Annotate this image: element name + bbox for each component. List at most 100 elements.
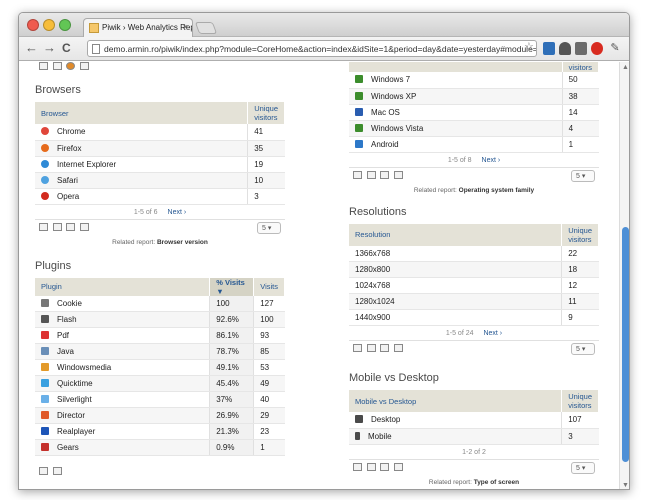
forward-button[interactable]: → bbox=[43, 41, 56, 55]
next-page-link[interactable]: Next › bbox=[168, 209, 187, 216]
unique-visitors-column-header[interactable]: Unique visitors bbox=[561, 390, 599, 412]
limit-select[interactable]: 5 ▾ bbox=[571, 169, 595, 182]
table-row[interactable]: Windows 7 50 bbox=[349, 72, 599, 89]
percent-visits-value: 78.7% bbox=[209, 343, 254, 360]
pagination-count: 1-5 of 8 bbox=[447, 156, 472, 164]
visitors-column-header[interactable]: visitors bbox=[562, 62, 600, 72]
tab-close-icon[interactable]: × bbox=[183, 22, 188, 32]
row-label: Director bbox=[57, 411, 86, 420]
bar-graph-icon[interactable] bbox=[380, 344, 389, 352]
bar-graph-icon[interactable] bbox=[66, 222, 75, 231]
table-view-icon[interactable] bbox=[39, 62, 48, 70]
row-label: Mobile bbox=[368, 431, 392, 441]
table-row[interactable]: Windows Vista 4 bbox=[349, 120, 599, 137]
table-view-icon[interactable] bbox=[39, 222, 48, 231]
row-label: Java bbox=[57, 347, 74, 356]
table-row[interactable]: Safari 10 bbox=[35, 172, 285, 189]
table-more-icon[interactable] bbox=[367, 344, 376, 352]
reload-button[interactable]: C bbox=[62, 41, 71, 55]
zoom-window-button[interactable] bbox=[59, 19, 71, 31]
table-more-icon[interactable] bbox=[367, 170, 376, 179]
table-view-icon[interactable] bbox=[353, 170, 362, 179]
export-icon[interactable] bbox=[394, 344, 403, 352]
table-row[interactable]: 1280x1024 11 bbox=[349, 293, 599, 310]
pocket-icon[interactable] bbox=[559, 42, 571, 55]
table-row[interactable]: Chrome 41 bbox=[35, 124, 285, 141]
pie-chart-icon[interactable] bbox=[80, 222, 89, 231]
related-report-link[interactable]: Browser version bbox=[157, 239, 208, 246]
visits-column-header[interactable]: Visits bbox=[253, 277, 285, 296]
extension-icon[interactable] bbox=[543, 42, 555, 55]
back-button[interactable]: ← bbox=[25, 41, 38, 55]
limit-select[interactable]: 5 ▾ bbox=[571, 461, 595, 474]
wrench-icon[interactable]: ✎ bbox=[609, 42, 621, 55]
table-row[interactable]: 1024x768 12 bbox=[349, 277, 599, 294]
mobile-vs-desktop-column-header[interactable]: Mobile vs Desktop bbox=[349, 390, 563, 412]
table-row[interactable]: Silverlight 37% 40 bbox=[35, 391, 285, 408]
plugin-icon bbox=[41, 427, 49, 435]
scroll-down-arrow-icon[interactable]: ▼ bbox=[622, 482, 629, 489]
limit-select[interactable]: 5 ▾ bbox=[257, 221, 281, 234]
table-row[interactable]: Opera 3 bbox=[35, 188, 285, 205]
table-row[interactable]: Director 26.9% 29 bbox=[35, 407, 285, 424]
table-more-icon[interactable] bbox=[53, 62, 62, 70]
table-row[interactable]: 1280x800 18 bbox=[349, 261, 599, 278]
table-more-icon[interactable] bbox=[53, 222, 62, 231]
table-row[interactable]: Mobile 3 bbox=[349, 428, 599, 445]
browser-column-header[interactable]: Browser bbox=[35, 102, 249, 124]
table-more-icon[interactable] bbox=[367, 462, 376, 471]
table-view-icon[interactable] bbox=[353, 462, 362, 471]
pie-chart-icon[interactable] bbox=[66, 62, 75, 70]
bar-graph-icon[interactable] bbox=[380, 462, 389, 471]
bar-graph-icon[interactable] bbox=[380, 170, 389, 179]
export-icon[interactable] bbox=[394, 170, 403, 179]
export-icon[interactable] bbox=[53, 467, 62, 475]
related-report-link[interactable]: Operating system family bbox=[459, 187, 535, 194]
table-row[interactable]: 1366x768 22 bbox=[349, 245, 599, 262]
table-row[interactable]: Gears 0.9% 1 bbox=[35, 439, 285, 456]
percent-visits-value: 26.9% bbox=[209, 407, 254, 424]
table-view-icon[interactable] bbox=[353, 344, 362, 352]
browser-tab[interactable]: Piwik › Web Analytics Reports × bbox=[83, 18, 193, 38]
next-page-link[interactable]: Next › bbox=[483, 330, 502, 337]
minimize-window-button[interactable] bbox=[43, 19, 55, 31]
plugin-column-header[interactable]: Plugin bbox=[35, 277, 211, 296]
scroll-up-arrow-icon[interactable]: ▲ bbox=[622, 64, 629, 71]
table-row[interactable]: Flash 92.6% 100 bbox=[35, 311, 285, 328]
table-row[interactable]: Realplayer 21.3% 23 bbox=[35, 423, 285, 440]
row-label: 1024x768 bbox=[349, 277, 562, 294]
table-row[interactable]: 1440x900 9 bbox=[349, 309, 599, 326]
visits-value: 49 bbox=[253, 375, 285, 392]
table-row[interactable]: Firefox 35 bbox=[35, 140, 285, 157]
export-icon[interactable] bbox=[394, 462, 403, 471]
table-row[interactable]: Java 78.7% 85 bbox=[35, 343, 285, 360]
extension-icon[interactable] bbox=[575, 42, 587, 55]
unique-visitors-column-header[interactable]: Unique visitors bbox=[561, 223, 599, 246]
vertical-scrollbar[interactable]: ▲ ▼ bbox=[619, 62, 629, 489]
table-row[interactable]: Android 1 bbox=[349, 136, 599, 153]
table-row[interactable]: Windows XP 38 bbox=[349, 88, 599, 105]
browser-window: Piwik › Web Analytics Reports × ← → C de… bbox=[18, 12, 630, 490]
resolution-column-header[interactable]: Resolution bbox=[349, 223, 563, 246]
new-tab-button[interactable] bbox=[194, 22, 218, 34]
limit-select[interactable]: 5 ▾ bbox=[571, 343, 595, 355]
table-row[interactable]: Internet Explorer 19 bbox=[35, 156, 285, 173]
table-view-icon[interactable] bbox=[39, 467, 48, 475]
table-row[interactable]: Windowsmedia 49.1% 53 bbox=[35, 359, 285, 376]
table-row[interactable]: Mac OS 14 bbox=[349, 104, 599, 121]
close-window-button[interactable] bbox=[27, 19, 39, 31]
table-row[interactable]: Desktop 107 bbox=[349, 412, 599, 429]
percent-visits-column-header[interactable]: % Visits ▼ bbox=[209, 277, 255, 296]
next-page-link[interactable]: Next › bbox=[482, 157, 501, 164]
address-bar[interactable]: demo.armin.ro/piwik/index.php?module=Cor… bbox=[87, 40, 537, 57]
related-report-link[interactable]: Type of screen bbox=[474, 479, 519, 486]
table-row[interactable]: Pdf 86.1% 93 bbox=[35, 327, 285, 344]
tag-cloud-icon[interactable] bbox=[80, 62, 89, 70]
table-row[interactable]: Quicktime 45.4% 49 bbox=[35, 375, 285, 392]
opera-extension-icon[interactable] bbox=[591, 42, 603, 55]
unique-visitors-column-header[interactable]: Unique visitors bbox=[247, 102, 285, 124]
table-row[interactable]: Cookie 100 127 bbox=[35, 295, 285, 312]
scrollbar-thumb[interactable] bbox=[622, 227, 629, 462]
row-label: Windows XP bbox=[371, 91, 417, 101]
bookmark-star-icon[interactable]: ☆ bbox=[524, 40, 534, 53]
